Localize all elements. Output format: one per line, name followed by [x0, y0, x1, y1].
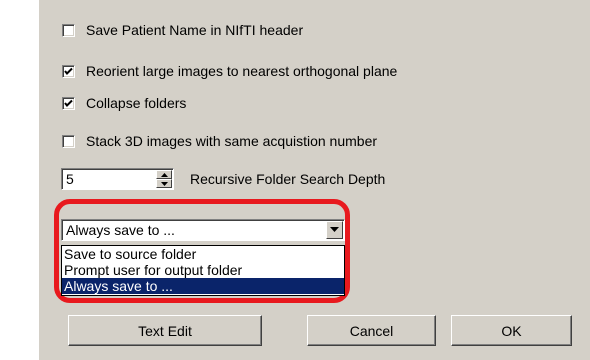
reorient-option[interactable]: Reorient large images to nearest orthogo…	[62, 62, 397, 80]
spinner-buttons	[156, 170, 172, 188]
reorient-label: Reorient large images to nearest orthogo…	[86, 63, 398, 79]
reorient-checkbox[interactable]	[62, 64, 75, 78]
spin-down-button[interactable]	[156, 179, 172, 188]
output-folder-options-list: Save to source folder Prompt user for ou…	[61, 245, 345, 296]
chevron-down-icon	[330, 227, 339, 232]
option-prompt-user[interactable]: Prompt user for output folder	[62, 262, 344, 278]
output-folder-selected-value: Always save to ...	[66, 222, 175, 238]
option-save-to-source[interactable]: Save to source folder	[62, 246, 344, 262]
collapse-folders-option[interactable]: Collapse folders	[62, 94, 186, 112]
option-always-save-to[interactable]: Always save to ...	[62, 278, 344, 294]
search-depth-label: Recursive Folder Search Depth	[190, 171, 386, 187]
save-patient-name-label: Save Patient Name in NIfTI header	[86, 22, 304, 38]
save-patient-name-checkbox[interactable]	[62, 23, 75, 37]
collapse-folders-label: Collapse folders	[86, 95, 187, 111]
text-edit-button[interactable]: Text Edit	[68, 315, 262, 346]
spin-up-button[interactable]	[156, 170, 172, 179]
arrow-down-icon	[161, 182, 168, 186]
ok-button[interactable]: OK	[451, 315, 572, 346]
checkmark-icon	[64, 99, 73, 107]
search-depth-spinner[interactable]: 5	[61, 168, 174, 190]
collapse-folders-checkbox[interactable]	[62, 96, 75, 110]
output-folder-dropdown[interactable]: Always save to ...	[61, 219, 345, 241]
search-depth-value[interactable]: 5	[66, 171, 74, 187]
stack-3d-option[interactable]: Stack 3D images with same acquistion num…	[62, 132, 377, 150]
cancel-button[interactable]: Cancel	[307, 315, 436, 346]
arrow-up-icon	[161, 173, 168, 177]
save-patient-name-option[interactable]: Save Patient Name in NIfTI header	[62, 21, 303, 39]
stack-3d-checkbox[interactable]	[62, 134, 75, 148]
checkmark-icon	[64, 67, 73, 75]
stack-3d-label: Stack 3D images with same acquistion num…	[86, 133, 378, 149]
dropdown-toggle-button[interactable]	[326, 221, 343, 239]
